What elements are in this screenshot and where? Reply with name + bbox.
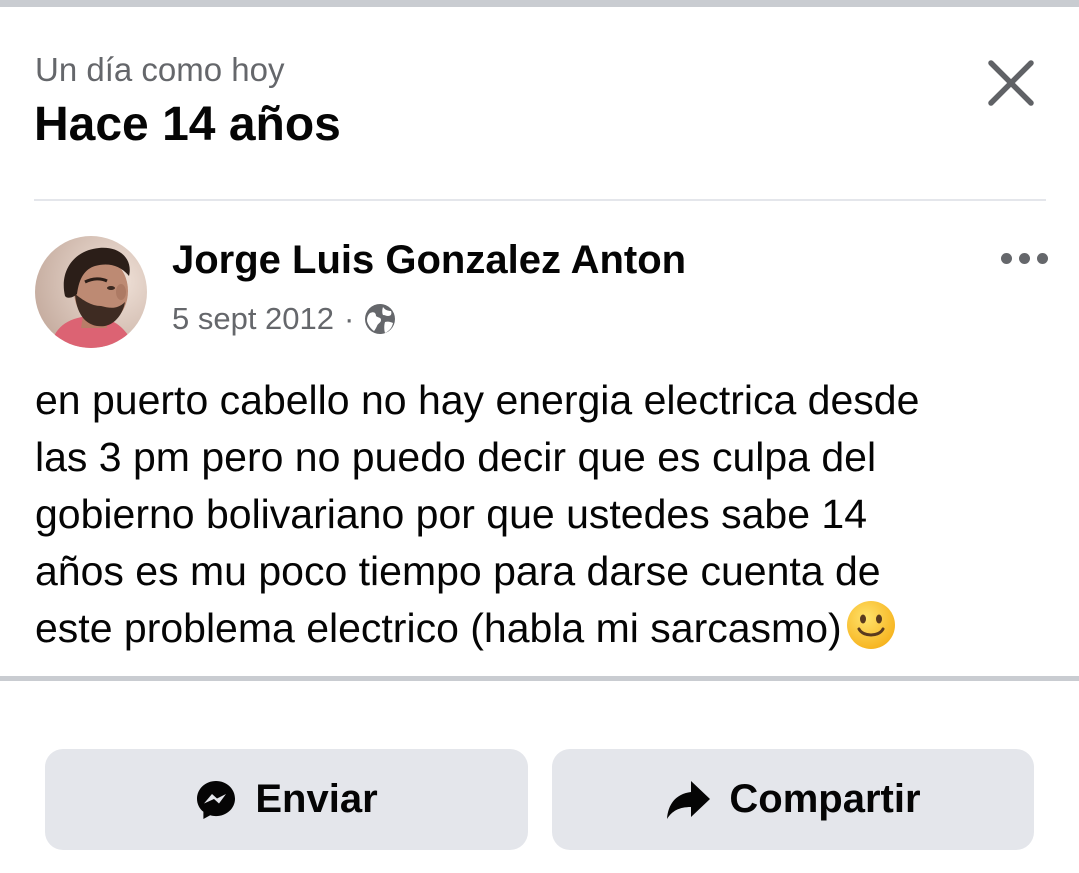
- more-options-icon: [1000, 252, 1012, 264]
- close-button[interactable]: [976, 50, 1046, 116]
- header-divider: [34, 199, 1046, 201]
- post-text: en puerto cabello no hay energia electri…: [35, 377, 920, 651]
- globe-icon: [365, 304, 396, 334]
- more-options-icon: [1018, 252, 1030, 264]
- top-divider: [0, 0, 1079, 7]
- author-name[interactable]: Jorge Luis Gonzalez Anton: [172, 236, 686, 284]
- messenger-icon: [195, 779, 237, 821]
- post-meta: 5 sept 2012 ·: [172, 298, 396, 340]
- avatar[interactable]: [35, 236, 147, 348]
- more-options-button[interactable]: [992, 238, 1056, 278]
- memory-title: Hace 14 años: [34, 98, 341, 151]
- actions-divider: [0, 676, 1079, 681]
- post-body: en puerto cabello no hay energia electri…: [35, 372, 1045, 657]
- share-arrow-icon: [665, 779, 711, 821]
- send-label: Enviar: [255, 777, 378, 821]
- share-button[interactable]: Compartir: [552, 749, 1034, 850]
- post-date[interactable]: 5 sept 2012: [172, 301, 334, 337]
- meta-separator: ·: [344, 301, 355, 336]
- more-options-icon: [1036, 252, 1048, 264]
- memory-subtitle: Un día como hoy: [35, 51, 285, 88]
- share-label: Compartir: [729, 777, 921, 821]
- avatar-image: [35, 236, 147, 348]
- send-button[interactable]: Enviar: [45, 749, 528, 850]
- slightly-smiling-face-emoji: [846, 601, 895, 649]
- close-icon: [988, 60, 1034, 106]
